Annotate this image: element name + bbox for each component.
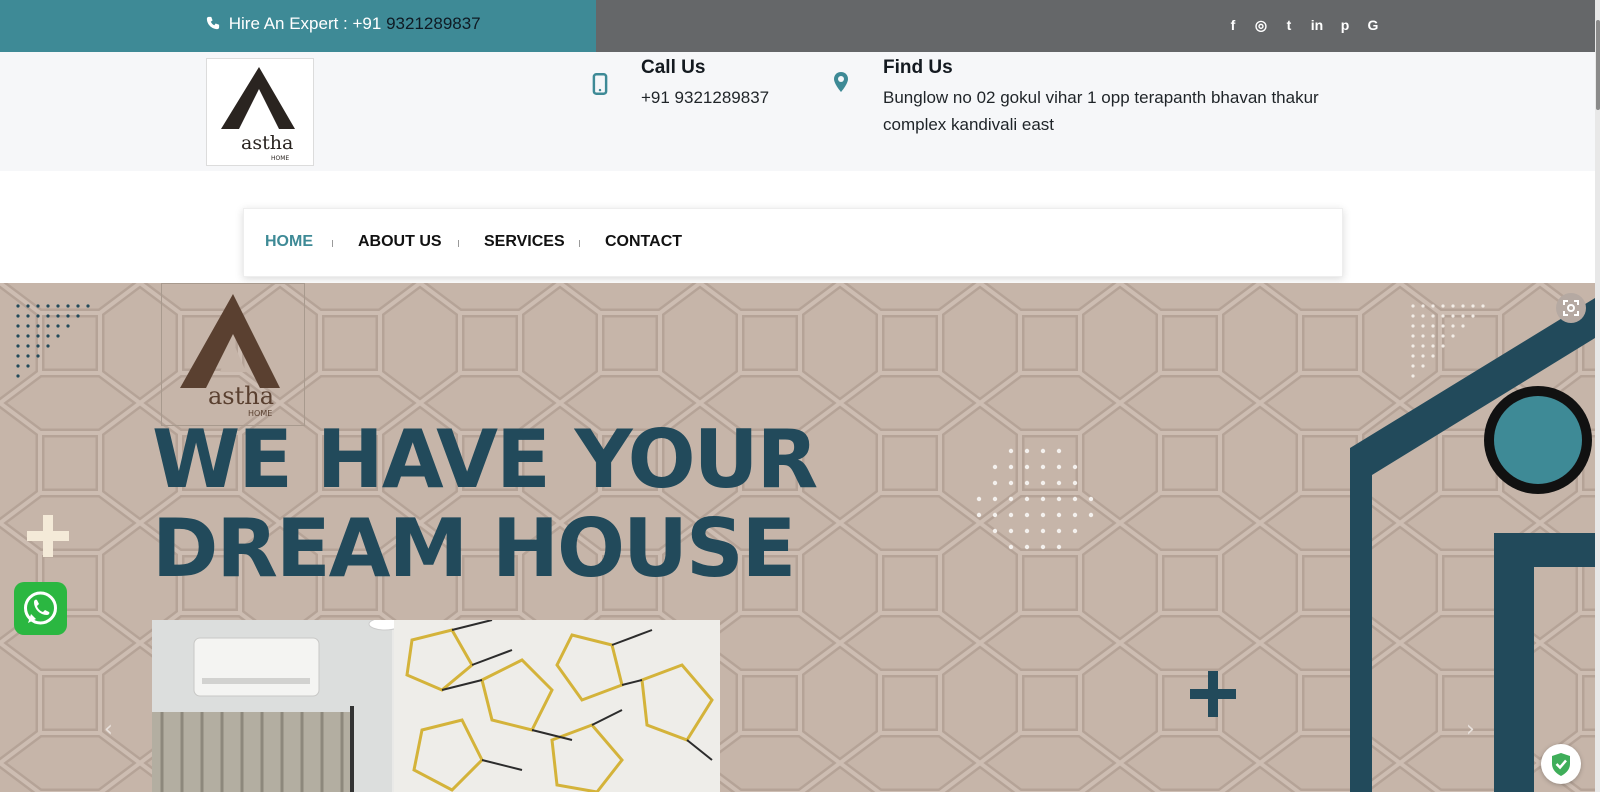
call-us-title: Call Us [641, 57, 706, 78]
nav-separator [332, 240, 333, 247]
instagram-icon[interactable]: ◎ [1252, 16, 1270, 34]
twitter-icon[interactable]: t [1280, 16, 1298, 34]
plus-decoration-dark [1190, 671, 1236, 717]
hire-expert-label: Hire An Expert : +91 [228, 14, 382, 33]
logo-subtext: HOME [271, 155, 289, 162]
shield-check-icon [1552, 753, 1570, 776]
slider-next-arrow[interactable]: › [1466, 717, 1475, 742]
top-bar: Hire An Expert : +91 9321289837 f ◎ t in… [0, 0, 1600, 52]
phone-icon [206, 16, 220, 30]
google-icon[interactable]: G [1364, 16, 1382, 34]
hero-title: WE HAVE YOUR DREAM HOUSE [152, 413, 818, 595]
nav-separator [458, 240, 459, 247]
call-us-number[interactable]: +91 9321289837 [641, 84, 769, 111]
security-badge-button[interactable] [1541, 744, 1581, 784]
hire-expert-number[interactable]: 9321289837 [386, 14, 481, 33]
slider-prev-arrow[interactable]: ‹ [104, 717, 113, 742]
hero-title-line-2: DREAM HOUSE [152, 502, 796, 595]
hero-logo-mark-icon: astha HOME [180, 294, 280, 418]
nav-contact[interactable]: CONTACT [605, 233, 682, 251]
floating-chat-bubble[interactable] [1494, 396, 1582, 484]
logo-mark-icon: astha HOME [221, 67, 295, 162]
hero-title-line-1: WE HAVE YOUR [152, 413, 818, 506]
hero-logo: astha HOME [161, 283, 305, 426]
whatsapp-icon [24, 591, 57, 625]
plus-decoration-light [27, 515, 69, 557]
linkedin-icon[interactable]: in [1308, 16, 1326, 34]
room-photo [152, 620, 720, 792]
visual-search-button[interactable] [1556, 293, 1586, 323]
find-us-address: Bunglow no 02 gokul vihar 1 opp terapant… [883, 88, 1319, 134]
hero-logo-text: astha [208, 382, 274, 410]
scan-icon [1563, 300, 1579, 316]
whatsapp-button[interactable] [14, 582, 67, 635]
page-scrollbar[interactable] [1595, 0, 1600, 792]
nav-about-us[interactable]: ABOUT US [358, 233, 442, 251]
hero-photo [152, 620, 720, 792]
find-us-title: Find Us [883, 57, 953, 78]
pinterest-icon[interactable]: p [1336, 16, 1354, 34]
logo-text: astha [241, 132, 293, 154]
nav-services[interactable]: SERVICES [484, 233, 565, 251]
social-links: f ◎ t in p G [1224, 16, 1382, 34]
nav-separator [579, 240, 580, 247]
nav-home[interactable]: HOME [265, 233, 313, 251]
map-pin-icon [834, 72, 848, 92]
hero-slider: astha HOME WE HAVE YOUR DREAM HOUSE ‹ › [0, 283, 1595, 792]
mobile-icon [592, 73, 608, 95]
facebook-icon[interactable]: f [1224, 16, 1242, 34]
scrollbar-thumb[interactable] [1596, 20, 1600, 110]
site-logo[interactable]: astha HOME [206, 58, 314, 166]
main-nav: HOME ABOUT US SERVICES CONTACT [243, 208, 1343, 277]
hire-expert-text[interactable]: Hire An Expert : +91 9321289837 [206, 14, 481, 34]
